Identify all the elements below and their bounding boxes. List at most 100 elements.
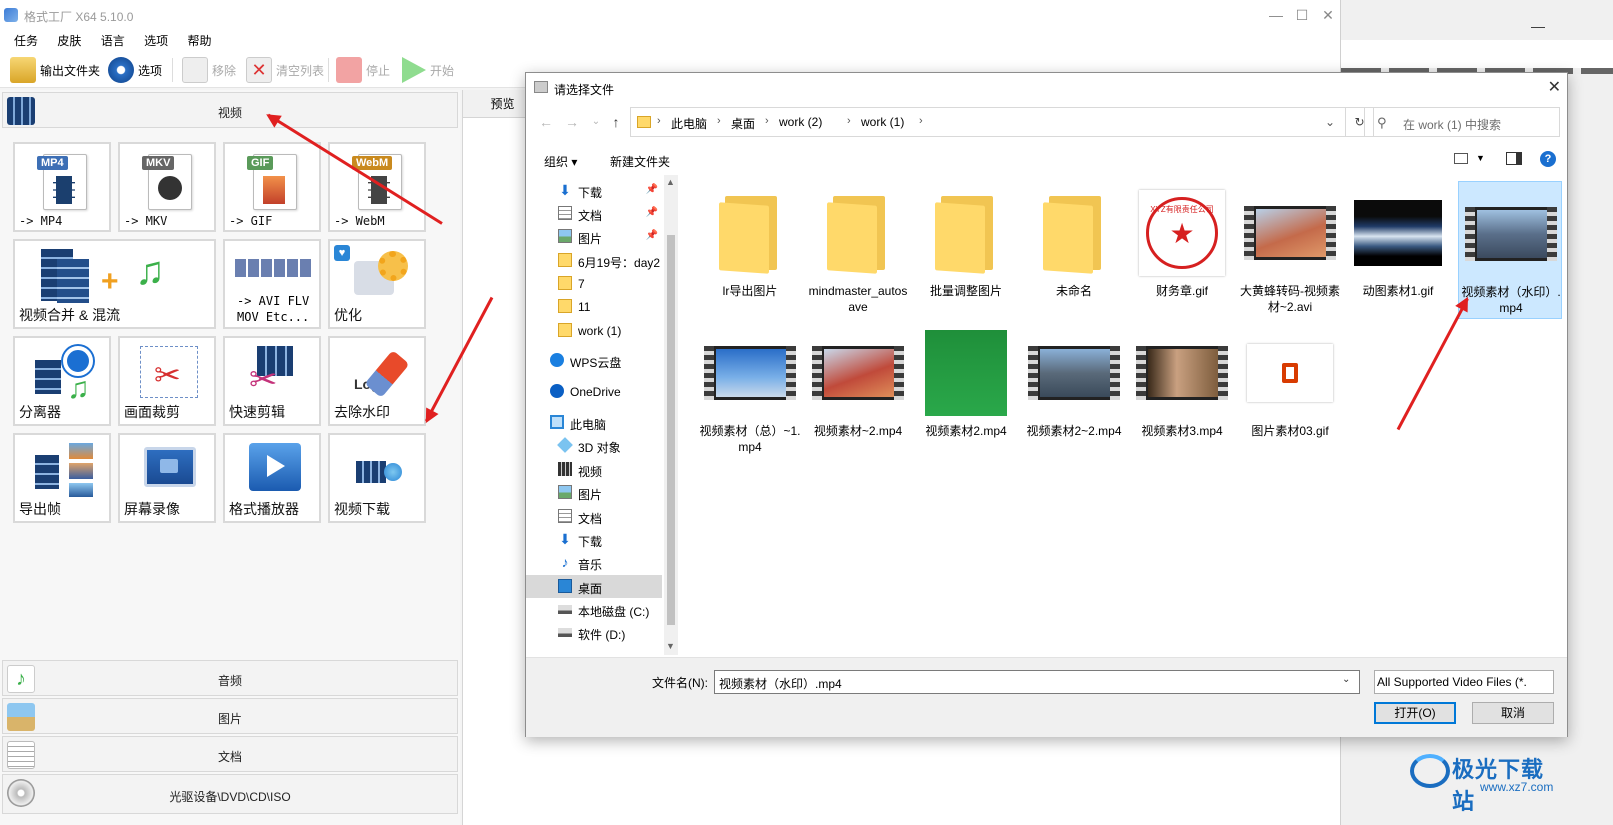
tile-video-download[interactable]: 视频下载 bbox=[328, 433, 426, 523]
tree-item[interactable]: 11 bbox=[526, 295, 662, 318]
view-options-icon[interactable] bbox=[1454, 153, 1468, 164]
cancel-button[interactable]: 取消 bbox=[1472, 702, 1554, 724]
search-box[interactable]: ⚲ 在 work (1) 中搜索 bbox=[1364, 107, 1560, 137]
tree-item[interactable]: 桌面 bbox=[526, 575, 662, 598]
tile-player[interactable]: 格式播放器 bbox=[223, 433, 321, 523]
tree-item[interactable]: work (1) bbox=[526, 319, 662, 342]
folder-item[interactable]: mindmaster_autosave bbox=[806, 181, 910, 319]
view-dropdown-icon[interactable]: ▼ bbox=[1476, 153, 1485, 163]
tree-item[interactable]: 7 bbox=[526, 272, 662, 295]
tree-item[interactable]: 文档 bbox=[526, 505, 662, 528]
merge-icon: + ♫ bbox=[41, 249, 191, 303]
address-bar[interactable]: › 此电脑 › 桌面 › work (2) › work (1) › ⌄ bbox=[630, 107, 1346, 137]
clear-list-button[interactable]: ✕ 清空列表 bbox=[246, 56, 324, 84]
dialog-close-icon[interactable]: ✕ bbox=[1548, 77, 1561, 97]
category-image[interactable]: 图片 bbox=[2, 698, 458, 734]
open-button[interactable]: 打开(O) bbox=[1374, 702, 1456, 724]
menu-options[interactable]: 选项 bbox=[144, 30, 168, 52]
menu-language[interactable]: 语言 bbox=[101, 30, 125, 52]
organize-button[interactable]: 组织 ▾ bbox=[544, 153, 577, 170]
tile-to-mkv[interactable]: MKV -> MKV bbox=[118, 142, 216, 232]
tile-screen-record[interactable]: 屏幕录像 bbox=[118, 433, 216, 523]
drive-icon bbox=[558, 605, 572, 614]
tile-remove-watermark[interactable]: Logo 去除水印 bbox=[328, 336, 426, 426]
tree-item[interactable]: 文档 📌 bbox=[526, 202, 662, 225]
options-button[interactable]: 选项 bbox=[108, 56, 162, 84]
category-disc[interactable]: 光驱设备\DVD\CD\ISO bbox=[2, 774, 458, 814]
menu-help[interactable]: 帮助 bbox=[187, 30, 211, 52]
file-name: 大黄蜂转码-视频素材~2.avi bbox=[1240, 284, 1340, 314]
tile-to-webm[interactable]: WebM -> WebM bbox=[328, 142, 426, 232]
file-item[interactable]: 图片素材03.gif bbox=[1238, 321, 1342, 459]
file-item[interactable]: 动图素材1.gif bbox=[1346, 181, 1450, 319]
up-arrow-icon[interactable]: ↑ bbox=[608, 114, 624, 130]
breadcrumb-this-pc[interactable]: 此电脑 bbox=[671, 115, 707, 132]
new-folder-button[interactable]: 新建文件夹 bbox=[610, 153, 670, 170]
tree-item[interactable]: 本地磁盘 (C:) bbox=[526, 598, 662, 621]
filename-label: 文件名(N): bbox=[652, 676, 708, 690]
tile-quick-clip[interactable]: ✂ 快速剪辑 bbox=[223, 336, 321, 426]
tree-item[interactable]: ⬇ 下载 📌 bbox=[526, 179, 662, 202]
file-item[interactable]: 视频素材（总）~1.mp4 bbox=[698, 321, 802, 459]
folder-item[interactable]: 批量调整图片 bbox=[914, 181, 1018, 319]
tile-export-frames[interactable]: 导出帧 bbox=[13, 433, 111, 523]
file-item[interactable]: 视频素材2.mp4 bbox=[914, 321, 1018, 459]
filename-input[interactable]: 视频素材（水印）.mp4 bbox=[714, 670, 1360, 694]
tree-item[interactable]: OneDrive bbox=[526, 380, 662, 403]
menu-skin[interactable]: 皮肤 bbox=[57, 30, 81, 52]
category-document[interactable]: 文档 bbox=[2, 736, 458, 772]
toolbar-separator bbox=[328, 58, 329, 82]
back-arrow-icon[interactable]: ← bbox=[538, 114, 554, 130]
tile-splitter[interactable]: ♫ 分离器 bbox=[13, 336, 111, 426]
breadcrumb-work-2[interactable]: work (2) bbox=[779, 115, 822, 129]
tile-to-gif[interactable]: GIF -> GIF bbox=[223, 142, 321, 232]
category-video[interactable]: 视频 bbox=[2, 92, 458, 128]
menu-task[interactable]: 任务 bbox=[14, 30, 38, 52]
tree-item[interactable]: 图片 bbox=[526, 481, 662, 504]
tile-merge-mux[interactable]: + ♫ 视频合并 & 混流 bbox=[13, 239, 216, 329]
tile-to-mp4[interactable]: MP4 -> MP4 bbox=[13, 142, 111, 232]
tree-item[interactable]: 图片 📌 bbox=[526, 225, 662, 248]
tile-to-avi-flv-mov[interactable]: -> AVI FLV MOV Etc... bbox=[223, 239, 321, 329]
folder-item[interactable]: 未命名 bbox=[1022, 181, 1126, 319]
tree-item[interactable]: WPS云盘 bbox=[526, 349, 662, 372]
tree-item-label: 音乐 bbox=[578, 558, 603, 572]
maximize-button[interactable]: ☐ bbox=[1288, 5, 1316, 25]
start-button[interactable]: 开始 bbox=[402, 56, 454, 84]
tree-item[interactable]: ♪ 音乐 bbox=[526, 551, 662, 574]
tree-item-label: OneDrive bbox=[570, 385, 621, 399]
file-item[interactable]: 视频素材~2.mp4 bbox=[806, 321, 910, 459]
file-item[interactable]: ★ XYZ有限责任公司 财务章.gif bbox=[1130, 181, 1234, 319]
tree-item[interactable]: 3D 对象 bbox=[526, 434, 662, 457]
preview-pane-icon[interactable] bbox=[1506, 152, 1522, 165]
help-icon[interactable]: ? bbox=[1540, 151, 1556, 167]
category-audio[interactable]: ♪ 音频 bbox=[2, 660, 458, 696]
file-item[interactable]: 视频素材3.mp4 bbox=[1130, 321, 1234, 459]
folder-item[interactable]: lr导出图片 bbox=[698, 181, 802, 319]
close-button[interactable]: ✕ bbox=[1314, 5, 1342, 25]
tree-item[interactable]: ⬇ 下载 bbox=[526, 528, 662, 551]
breadcrumb-work-1[interactable]: work (1) bbox=[861, 115, 904, 129]
output-folder-button[interactable]: 输出文件夹 bbox=[10, 56, 100, 84]
forward-arrow-icon[interactable]: → bbox=[564, 114, 580, 130]
recent-chevron-icon[interactable]: ⌄ bbox=[588, 114, 604, 130]
stop-button[interactable]: 停止 bbox=[336, 56, 390, 84]
tree-item[interactable]: 6月19号：day2 bbox=[526, 249, 662, 272]
minimize-button[interactable]: — bbox=[1262, 5, 1290, 25]
file-item[interactable]: 大黄蜂转码-视频素材~2.avi bbox=[1238, 181, 1342, 319]
tree-scrollbar[interactable]: ▲ ▼ bbox=[664, 175, 678, 655]
tile-crop[interactable]: ✂ 画面裁剪 bbox=[118, 336, 216, 426]
breadcrumb-desktop[interactable]: 桌面 bbox=[731, 115, 755, 132]
file-item[interactable]: 视频素材（水印）.mp4 bbox=[1458, 181, 1562, 319]
file-item[interactable]: 视频素材2~2.mp4 bbox=[1022, 321, 1126, 459]
remove-button[interactable]: 移除 bbox=[182, 56, 236, 84]
tree-item[interactable]: 软件 (D:) bbox=[526, 621, 662, 644]
tree-item[interactable]: 此电脑 bbox=[526, 411, 662, 434]
tile-optimize[interactable]: ♥ 优化 bbox=[328, 239, 426, 329]
tree-item[interactable]: 视频 bbox=[526, 458, 662, 481]
filetype-select[interactable]: All Supported Video Files (*. bbox=[1374, 670, 1554, 694]
filename-dropdown-icon[interactable]: ⌄ bbox=[1342, 674, 1350, 685]
tree-item[interactable]: 网络 bbox=[526, 651, 662, 655]
desktop-icon bbox=[558, 579, 572, 593]
address-dropdown-icon[interactable]: ⌄ bbox=[1325, 115, 1335, 129]
